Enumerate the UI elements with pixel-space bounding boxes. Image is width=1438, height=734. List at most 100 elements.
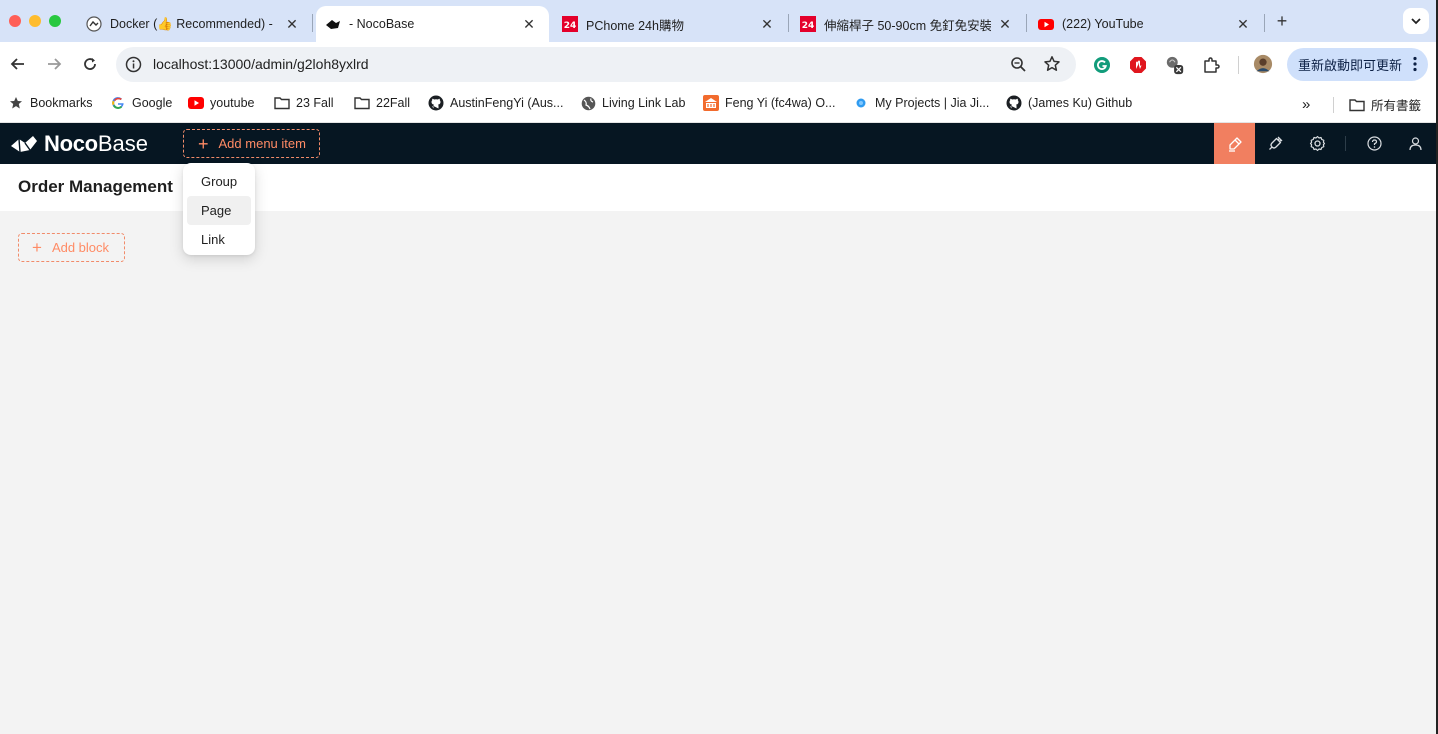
plugin-manager-button[interactable] [1267, 134, 1285, 152]
close-tab-icon[interactable]: ✕ [521, 16, 537, 32]
ui-editor-toggle-button[interactable] [1214, 123, 1255, 164]
folder-icon [1349, 97, 1365, 113]
reload-button[interactable] [80, 54, 100, 74]
youtube-icon [1038, 16, 1054, 32]
bookmark-folder-23fall[interactable]: 23 Fall [274, 95, 334, 111]
logo-text-light: Base [97, 131, 148, 156]
user-menu-button[interactable] [1406, 134, 1424, 152]
github-icon [428, 95, 444, 111]
bookmark-my-projects[interactable]: My Projects | Jia Ji... [853, 95, 989, 111]
add-block-button[interactable]: + Add block [18, 233, 125, 262]
add-menu-item-label: Add menu item [218, 136, 306, 151]
menu-option-link[interactable]: Link [187, 225, 251, 254]
pchome-icon: 24 [800, 16, 816, 32]
nocobase-logo-icon [11, 136, 37, 153]
bookmark-star-icon[interactable] [1043, 55, 1061, 78]
highlighter-icon [1228, 136, 1242, 152]
close-tab-icon[interactable]: ✕ [1235, 16, 1251, 32]
browser-tab-pchome[interactable]: 24 PChome 24h購物 ✕ [555, 6, 787, 42]
nocobase-logo[interactable]: Noco Base [10, 131, 148, 157]
bookmark-youtube[interactable]: youtube [188, 95, 254, 111]
close-tab-icon[interactable]: ✕ [759, 16, 775, 32]
folder-icon [274, 95, 290, 111]
browser-toolbar: localhost:13000/admin/g2loh8yxlrd 重新啟動即可… [0, 42, 1438, 87]
new-tab-button[interactable]: + [1273, 12, 1291, 30]
tab-title: (222) YouTube [1062, 17, 1144, 31]
site-info-icon[interactable] [125, 56, 142, 73]
gear-icon [1309, 135, 1325, 151]
update-label: 重新啟動即可更新 [1298, 58, 1403, 73]
tab-search-button[interactable] [1403, 8, 1429, 34]
page-title: Order Management [18, 177, 173, 196]
help-button[interactable] [1365, 134, 1383, 152]
address-bar[interactable]: localhost:13000/admin/g2loh8yxlrd [116, 47, 1076, 82]
extension-icon[interactable] [1165, 55, 1185, 75]
browser-tab-youtube[interactable]: (222) YouTube ✕ [1031, 6, 1261, 42]
youtube-icon [188, 95, 204, 111]
arrow-left-icon [10, 58, 24, 70]
tab-title: 伸縮桿子 50-90cm 免釘免安裝 [824, 18, 991, 33]
bookmark-bookmarks[interactable]: Bookmarks [8, 95, 93, 111]
browser-tab-docker[interactable]: Docker (👍 Recommended) - ✕ [80, 6, 312, 42]
arrow-right-icon [48, 58, 62, 70]
browser-tab-strip: Docker (👍 Recommended) - ✕ - NocoBase ✕ … [0, 0, 1438, 42]
grammarly-extension-icon[interactable] [1092, 55, 1112, 75]
dot-icon [853, 95, 869, 111]
bookmark-living-link-lab[interactable]: Living Link Lab [580, 95, 685, 111]
close-tab-icon[interactable]: ✕ [997, 16, 1013, 32]
svg-text:24: 24 [564, 21, 577, 31]
nocobase-doc-icon [86, 16, 102, 32]
star-icon [8, 95, 24, 111]
building-icon [703, 95, 719, 111]
plus-icon: + [32, 238, 42, 257]
minimize-window-button[interactable] [29, 15, 41, 27]
maximize-window-button[interactable] [49, 15, 61, 27]
zoom-icon[interactable] [1010, 56, 1027, 78]
menu-option-page[interactable]: Page [187, 196, 251, 225]
more-menu-icon[interactable] [1413, 56, 1417, 75]
profile-avatar[interactable] [1253, 54, 1273, 74]
globe-icon [580, 95, 596, 111]
google-icon [110, 95, 126, 111]
bookmark-folder-22fall[interactable]: 22Fall [354, 95, 410, 111]
bookmark-google[interactable]: Google [110, 95, 172, 111]
browser-tab-product[interactable]: 24 伸縮桿子 50-90cm 免釘免安裝 ✕ [793, 6, 1023, 42]
settings-button[interactable] [1308, 134, 1326, 152]
user-icon [1408, 136, 1422, 150]
browser-update-button[interactable]: 重新啟動即可更新 [1287, 48, 1428, 81]
plus-icon: + [198, 133, 209, 154]
plug-icon [1269, 136, 1283, 150]
tab-title: - NocoBase [349, 17, 415, 31]
github-icon [1006, 95, 1022, 111]
chevron-down-icon [1411, 18, 1421, 25]
add-block-label: Add block [51, 240, 110, 255]
logo-text-bold: Noco [44, 131, 98, 156]
close-tab-icon[interactable]: ✕ [284, 16, 300, 32]
bookmarks-bar: Bookmarks Google youtube 23 Fall 22Fall … [0, 87, 1438, 123]
close-window-button[interactable] [9, 15, 21, 27]
puzzle-extensions-icon[interactable] [1201, 55, 1221, 75]
tab-title: Docker (👍 Recommended) - [110, 16, 273, 31]
tab-title: PChome 24h購物 [586, 18, 684, 33]
all-bookmarks-folder[interactable]: 所有書籤 [1349, 95, 1421, 114]
adblock-extension-icon[interactable] [1128, 55, 1148, 75]
svg-text:24: 24 [802, 21, 815, 31]
app-header: Noco Base + Add menu item [0, 123, 1436, 164]
folder-icon [354, 95, 370, 111]
reload-icon [84, 58, 96, 70]
more-bookmarks-chevron-icon[interactable]: » [1302, 96, 1310, 113]
add-menu-item-button[interactable]: + Add menu item [183, 129, 320, 158]
bookmark-github-austin[interactable]: AustinFengYi (Aus... [428, 95, 563, 111]
bookmark-feng-yi[interactable]: Feng Yi (fc4wa) O... [703, 95, 835, 111]
pchome-icon: 24 [562, 16, 578, 32]
url-text: localhost:13000/admin/g2loh8yxlrd [153, 56, 369, 72]
header-divider [1345, 136, 1346, 151]
back-button[interactable] [8, 54, 28, 74]
bookmark-github-james[interactable]: (James Ku) Github [1006, 95, 1132, 111]
question-circle-icon [1366, 135, 1382, 151]
browser-tab-nocobase[interactable]: - NocoBase ✕ [316, 6, 549, 42]
menu-option-group[interactable]: Group [187, 167, 251, 196]
nocobase-icon [325, 16, 341, 32]
forward-button[interactable] [44, 54, 64, 74]
add-menu-item-dropdown: Group Page Link [183, 163, 255, 255]
